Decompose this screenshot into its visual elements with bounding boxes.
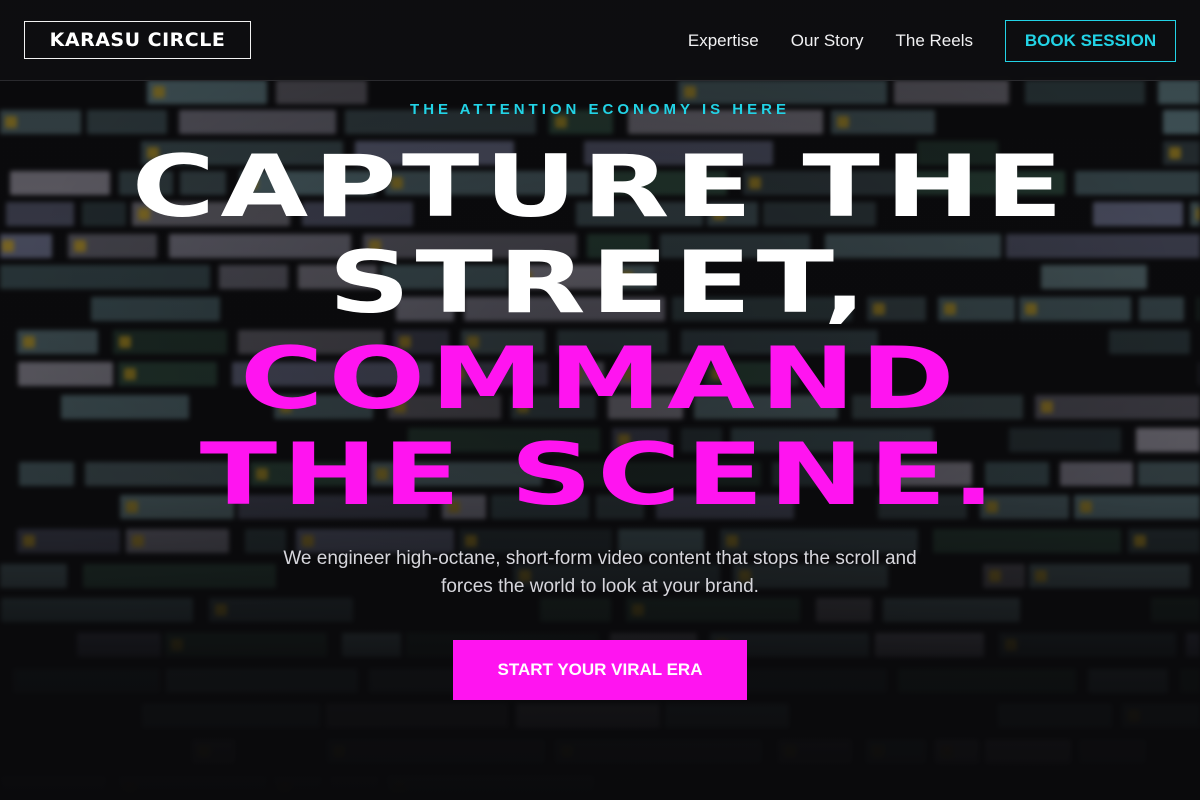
start-viral-era-button[interactable]: START YOUR VIRAL ERA [453,640,747,700]
main-nav: Expertise Our Story The Reels BOOK SESSI… [688,0,1176,81]
hero-subtitle: We engineer high-octane, short-form vide… [283,548,917,597]
nav-link-the-reels[interactable]: The Reels [896,31,973,51]
nav-link-our-story[interactable]: Our Story [791,31,864,51]
landing-page: KARASU CIRCLE Expertise Our Story The Re… [0,0,1200,800]
headline-line-3: COMMAND [240,329,960,429]
headline-line-2: STREET, [328,233,872,333]
hero-headline: CAPTURE THE STREET, COMMAND THE SCENE. [0,139,1200,523]
hero-eyebrow: THE ATTENTION ECONOMY IS HERE [410,101,790,118]
headline-line-1: CAPTURE THE [131,137,1069,237]
book-session-button[interactable]: BOOK SESSION [1005,19,1176,62]
hero-section: THE ATTENTION ECONOMY IS HERE CAPTURE TH… [0,81,1200,800]
brand-logo[interactable]: KARASU CIRCLE [24,21,251,59]
headline-line-4: THE SCENE. [199,425,1001,525]
site-header: KARASU CIRCLE Expertise Our Story The Re… [0,0,1200,81]
nav-link-expertise[interactable]: Expertise [688,31,759,51]
